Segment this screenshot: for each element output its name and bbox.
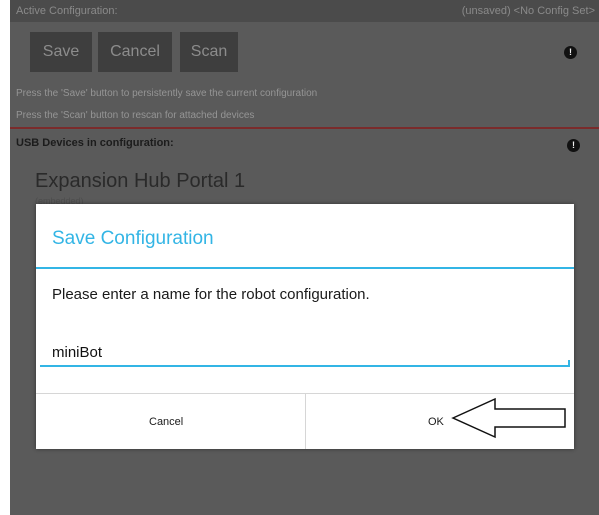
input-underline bbox=[40, 365, 570, 367]
config-status: (unsaved) <No Config Set> bbox=[461, 5, 595, 17]
scan-button[interactable]: Scan bbox=[180, 32, 238, 72]
config-name-field[interactable] bbox=[40, 336, 570, 368]
divider bbox=[10, 127, 599, 129]
dialog-cancel-button[interactable]: Cancel bbox=[36, 394, 305, 449]
input-underline-end bbox=[568, 360, 570, 366]
scan-hint: Press the 'Scan' button to rescan for at… bbox=[16, 110, 255, 121]
save-hint: Press the 'Save' button to persistently … bbox=[16, 88, 318, 99]
dialog-ok-label: OK bbox=[428, 416, 444, 428]
device-name[interactable]: Expansion Hub Portal 1 bbox=[35, 170, 245, 193]
active-config-label: Active Configuration: bbox=[16, 5, 118, 17]
dialog-title: Save Configuration bbox=[52, 228, 214, 249]
info-icon[interactable]: ! bbox=[564, 46, 577, 59]
cancel-button[interactable]: Cancel bbox=[98, 32, 172, 72]
dialog-title-divider bbox=[36, 267, 574, 269]
config-name-input[interactable] bbox=[52, 342, 552, 362]
toolbar: Save Cancel Scan ! bbox=[10, 32, 599, 72]
title-bar: Active Configuration: (unsaved) <No Conf… bbox=[10, 0, 599, 22]
usb-info-icon[interactable]: ! bbox=[567, 139, 580, 152]
left-arrow-outline-icon bbox=[451, 397, 566, 439]
save-button[interactable]: Save bbox=[30, 32, 92, 72]
usb-devices-header: USB Devices in configuration: bbox=[16, 137, 174, 149]
dialog-message: Please enter a name for the robot config… bbox=[52, 286, 370, 303]
dialog-cancel-label: Cancel bbox=[149, 416, 184, 428]
